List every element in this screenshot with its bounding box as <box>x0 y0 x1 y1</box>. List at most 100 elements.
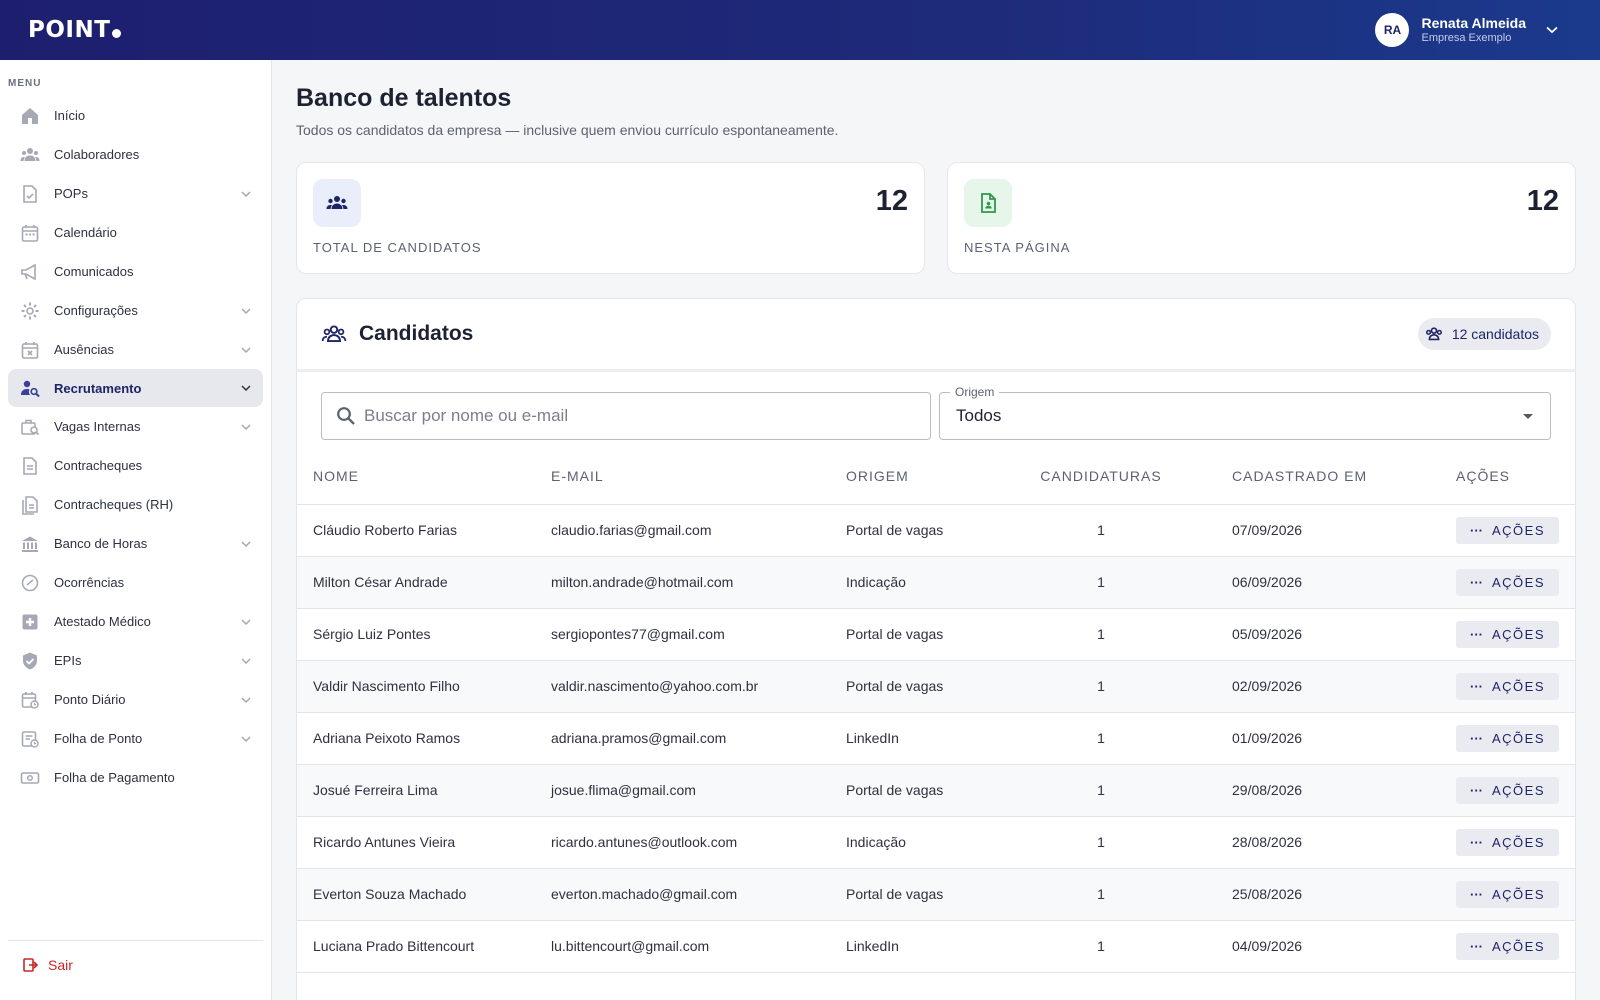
cell-date: 06/09/2026 <box>1232 574 1303 590</box>
sidebar-item-contracheques-rh[interactable]: Contracheques (RH) <box>8 485 263 524</box>
search-box[interactable] <box>321 392 931 440</box>
col-header-email[interactable]: E-MAIL <box>535 448 830 504</box>
logout-button[interactable]: Sair <box>8 941 263 989</box>
sidebar-item-atestado-medico[interactable]: Atestado Médico <box>8 602 263 641</box>
sidebar-item-label: Ocorrências <box>54 575 125 590</box>
megaphone-icon <box>20 262 40 282</box>
chevron-down-icon[interactable] <box>241 618 251 625</box>
receipt-icon <box>20 456 40 476</box>
actions-button[interactable]: ··· AÇÕES <box>1456 568 1560 596</box>
cell-actions: ··· AÇÕES <box>1440 608 1575 660</box>
more-horizontal-icon: ··· <box>1470 522 1483 538</box>
cell-email: everton.machado@gmail.com <box>551 886 738 902</box>
chevron-down-icon[interactable] <box>241 657 251 664</box>
cell-origin: Portal de vagas <box>846 678 944 694</box>
actions-button-label: AÇÕES <box>1492 782 1546 798</box>
sidebar-item-label: Calendário <box>54 225 117 240</box>
timesheet-icon <box>20 729 40 749</box>
table-row: Valdir Nascimento Filho valdir.nascimento… <box>297 660 1575 712</box>
sidebar-item-ponto-diario[interactable]: Ponto Diário <box>8 680 263 719</box>
chevron-down-icon[interactable] <box>241 385 251 391</box>
search-input[interactable] <box>364 406 916 426</box>
chevron-down-icon[interactable] <box>241 540 251 547</box>
sidebar-item-label: Colaboradores <box>54 147 140 162</box>
user-menu[interactable]: RA Renata Almeida Empresa Exemplo <box>1375 13 1572 47</box>
sidebar-item-label: Configurações <box>54 303 138 318</box>
more-horizontal-icon: ··· <box>1470 938 1483 954</box>
actions-button[interactable]: ··· AÇÕES <box>1456 880 1560 908</box>
cell-date: 25/08/2026 <box>1232 886 1303 902</box>
table-row: Ricardo Antunes Vieira ricardo.antunes@ou… <box>297 816 1575 868</box>
sidebar-item-label: Comunicados <box>54 264 134 279</box>
col-header-name[interactable]: NOME <box>297 448 535 504</box>
chevron-down-icon[interactable] <box>241 190 251 197</box>
panel-header: Candidatos 12 candidatos <box>297 299 1575 372</box>
avatar[interactable]: RA <box>1375 13 1410 47</box>
more-horizontal-icon: ··· <box>1470 678 1483 694</box>
chevron-down-icon[interactable] <box>241 307 251 314</box>
sidebar-item-folha-de-pagamento[interactable]: Folha de Pagamento <box>8 758 263 797</box>
sidebar-item-comunicados[interactable]: Comunicados <box>8 252 263 291</box>
actions-button[interactable]: ··· AÇÕES <box>1456 620 1560 648</box>
origin-select[interactable]: Origem Todos <box>939 385 1551 440</box>
sidebar-item-pops[interactable]: POPs <box>8 174 263 213</box>
cell-origin: Indicação <box>846 834 906 850</box>
cell-email: adriana.pramos@gmail.com <box>551 730 727 746</box>
more-horizontal-icon: ··· <box>1470 574 1483 590</box>
cell-applications: 1 <box>1097 782 1105 798</box>
cell-date: 04/09/2026 <box>1232 938 1303 954</box>
cell-applications: 1 <box>1097 522 1105 538</box>
cell-date: 05/09/2026 <box>1232 626 1303 642</box>
actions-button[interactable]: ··· AÇÕES <box>1456 932 1560 960</box>
sidebar-item-vagas-internas[interactable]: Vagas Internas <box>8 407 263 446</box>
col-header-applications[interactable]: CANDIDATURAS <box>986 448 1216 504</box>
sidebar-item-inicio[interactable]: Início <box>8 96 263 135</box>
panel-title: Candidatos <box>321 321 473 347</box>
actions-button[interactable]: ··· AÇÕES <box>1456 724 1560 752</box>
cell-applications: 1 <box>1097 626 1105 642</box>
sidebar-item-ausencias[interactable]: Ausências <box>8 330 263 369</box>
cell-applications: 1 <box>1097 574 1105 590</box>
logo-dot <box>112 29 122 38</box>
actions-button-label: AÇÕES <box>1492 886 1546 902</box>
col-header-date[interactable]: CADASTRADO EM <box>1216 448 1440 504</box>
actions-button[interactable]: ··· AÇÕES <box>1456 672 1560 700</box>
chevron-down-icon[interactable] <box>241 696 251 703</box>
sidebar-item-label: Banco de Horas <box>54 536 148 551</box>
sidebar-item-calendario[interactable]: Calendário <box>8 213 263 252</box>
sidebar-item-label: EPIs <box>54 653 82 668</box>
chevron-down-icon[interactable] <box>241 346 251 353</box>
table-body: Cláudio Roberto Farias claudio.farias@gma… <box>297 504 1575 972</box>
chevron-down-icon[interactable] <box>241 735 251 742</box>
point-logo[interactable]: POINT <box>28 17 122 43</box>
sidebar-item-configuracoes[interactable]: Configurações <box>8 291 263 330</box>
cell-name: Josué Ferreira Lima <box>313 782 438 798</box>
actions-button[interactable]: ··· AÇÕES <box>1456 516 1560 544</box>
sidebar-item-epis[interactable]: EPIs <box>8 641 263 680</box>
sidebar-item-banco-de-horas[interactable]: Banco de Horas <box>8 524 263 563</box>
sidebar-item-recrutamento[interactable]: Recrutamento <box>8 369 263 407</box>
document-check-icon <box>20 184 40 204</box>
sidebar-item-folha-de-ponto[interactable]: Folha de Ponto <box>8 719 263 758</box>
cell-actions: ··· AÇÕES <box>1440 712 1575 764</box>
actions-button-label: AÇÕES <box>1492 938 1546 954</box>
chevron-down-icon[interactable] <box>241 423 251 430</box>
page-candidates-label: NESTA PÁGINA <box>964 240 1071 255</box>
sidebar-item-contracheques[interactable]: Contracheques <box>8 446 263 485</box>
actions-button[interactable]: ··· AÇÕES <box>1456 828 1560 856</box>
cell-actions: ··· AÇÕES <box>1440 504 1575 556</box>
sidebar-item-label: Vagas Internas <box>54 419 141 434</box>
cell-email: sergiopontes77@gmail.com <box>551 626 725 642</box>
cell-email: lu.bittencourt@gmail.com <box>551 938 710 954</box>
sidebar-item-ocorrencias[interactable]: Ocorrências <box>8 563 263 602</box>
actions-button[interactable]: ··· AÇÕES <box>1456 776 1560 804</box>
sidebar-item-colaboradores[interactable]: Colaboradores <box>8 135 263 174</box>
table-row: Adriana Peixoto Ramos adriana.pramos@gmai… <box>297 712 1575 764</box>
chevron-down-icon[interactable] <box>1546 26 1558 34</box>
incident-icon <box>20 573 40 593</box>
user-name: Renata Almeida <box>1421 15 1526 31</box>
candidates-panel: Candidatos 12 candidatos Origem Todos NO… <box>296 298 1576 1000</box>
col-header-origin[interactable]: ORIGEM <box>830 448 986 504</box>
sidebar-item-label: Atestado Médico <box>54 614 151 629</box>
cell-origin: LinkedIn <box>846 938 899 954</box>
